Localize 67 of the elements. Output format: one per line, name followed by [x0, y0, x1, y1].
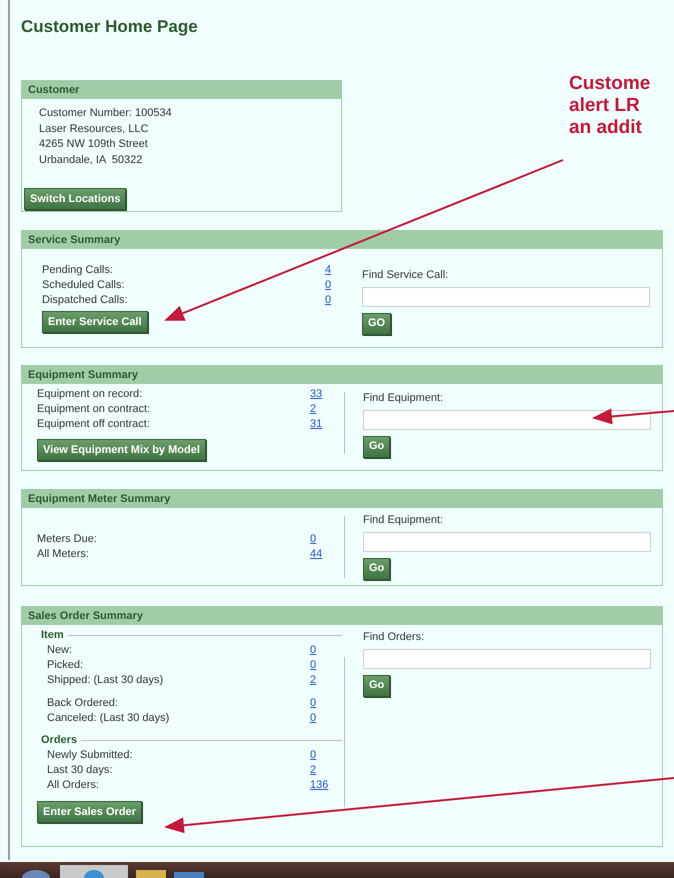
field-label: Find Equipment:: [363, 391, 444, 406]
annotation-text: alert LR: [569, 95, 641, 117]
stat-link[interactable]: 2: [310, 762, 316, 779]
go-button[interactable]: Go: [363, 436, 390, 458]
search-field[interactable]: [362, 286, 650, 306]
go-button[interactable]: Go: [363, 674, 390, 696]
stat-label: Meters Due:: [37, 532, 98, 548]
field-label: Find Service Call:: [362, 268, 450, 283]
page-title: Customer Home Page: [21, 16, 199, 36]
stat-label: All Meters:: [37, 547, 90, 562]
search-field[interactable]: [363, 532, 651, 552]
stat-label: All Orders:: [47, 778, 100, 794]
stat-label: Dispatched Calls:: [42, 293, 129, 308]
stat-link[interactable]: 0: [310, 657, 316, 674]
stat-link[interactable]: 0: [325, 292, 332, 309]
stat-link[interactable]: 2: [310, 401, 316, 418]
search-field[interactable]: [363, 648, 651, 668]
annotation-text: an addit: [569, 117, 643, 139]
stat-link[interactable]: 0: [310, 531, 316, 548]
window-taskbar-icon[interactable]: [174, 872, 204, 878]
address-line: Customer Number: 100534: [39, 106, 173, 120]
address-line: 4265 NW 109th Street: [39, 137, 149, 152]
stat-link[interactable]: 31: [310, 416, 322, 433]
stat-link[interactable]: 0: [310, 695, 316, 712]
stat-link[interactable]: 136: [310, 777, 328, 794]
stat-label: Back Ordered:: [47, 696, 119, 712]
group-heading: Orders: [41, 733, 78, 748]
stat-label: Pending Calls:: [42, 263, 114, 278]
stat-label: Newly Submitted:: [47, 748, 134, 764]
section-header: Sales Order Summary: [22, 607, 662, 625]
browser-taskbar-icon[interactable]: [60, 865, 128, 878]
switch-locations-button[interactable]: Switch Locations: [24, 188, 126, 210]
address-line: Laser Resources, LLC: [39, 122, 150, 136]
address-line: Urbandale, IA 50322: [39, 152, 144, 167]
section-header: Customer: [22, 81, 341, 99]
stat-label: Picked:: [47, 658, 84, 674]
stat-link[interactable]: 0: [310, 710, 316, 727]
field-label: Find Equipment:: [363, 513, 444, 528]
search-field[interactable]: [363, 410, 651, 430]
stat-link[interactable]: 4: [325, 262, 332, 279]
go-button[interactable]: Go: [363, 558, 390, 580]
stat-link[interactable]: 0: [325, 277, 332, 294]
stat-link[interactable]: 2: [310, 672, 316, 689]
folder-taskbar-icon[interactable]: [136, 870, 166, 878]
stat-link[interactable]: 0: [310, 642, 316, 659]
enter-sales-order-button[interactable]: Enter Sales Order: [37, 801, 142, 823]
section-header: Equipment Summary: [22, 366, 662, 384]
annotation-text: Custome: [569, 73, 650, 95]
stat-link[interactable]: 44: [310, 546, 322, 563]
stat-label: Equipment off contract:: [37, 417, 151, 432]
section-header: Equipment Meter Summary: [22, 490, 662, 508]
start-orb-icon[interactable]: [20, 870, 52, 878]
stat-label: Scheduled Calls:: [42, 278, 126, 294]
stat-label: Last 30 days:: [47, 763, 114, 778]
stat-label: Equipment on contract:: [37, 402, 152, 418]
go-button[interactable]: GO: [362, 312, 392, 334]
stat-link[interactable]: 0: [310, 747, 316, 764]
stat-label: Canceled: (Last 30 days): [47, 711, 170, 726]
field-label: Find Orders:: [363, 630, 426, 645]
enter-service-call-button[interactable]: Enter Service Call: [42, 311, 148, 333]
stat-label: New:: [47, 643, 74, 658]
stat-label: Equipment on record:: [37, 387, 144, 402]
stat-label: Shipped: (Last 30 days): [47, 673, 164, 688]
view-equipment-mix-button[interactable]: View Equipment Mix by Model: [37, 439, 206, 461]
stat-link[interactable]: 33: [310, 386, 322, 403]
section-header: Service Summary: [22, 231, 662, 249]
group-heading: Item: [41, 628, 64, 644]
